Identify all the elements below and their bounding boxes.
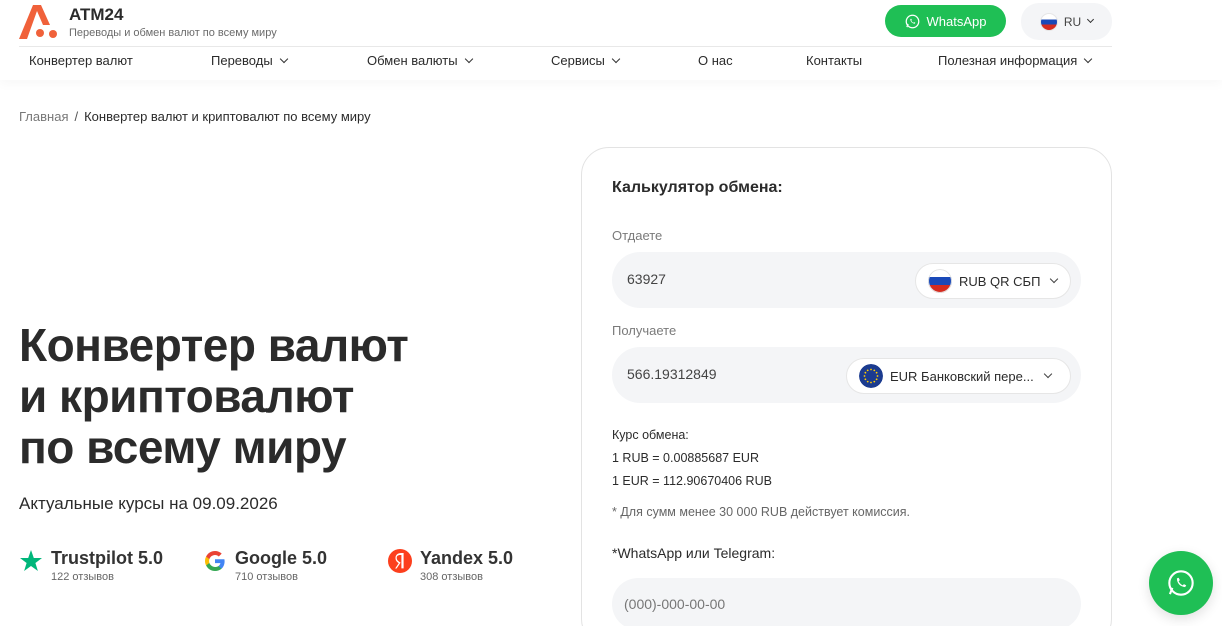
main-nav: Конвертер валют Переводы Обмен валюты Се… bbox=[0, 53, 1222, 71]
nav-item-label: Переводы bbox=[211, 53, 273, 68]
russia-flag-icon bbox=[928, 269, 952, 293]
brand-name: ATM24 bbox=[69, 5, 124, 24]
page-title: Конвертер валют и криптовалют по всему м… bbox=[19, 319, 409, 473]
logo-icon bbox=[19, 3, 59, 41]
review-count: 308 отзывов bbox=[420, 571, 483, 583]
rate-line: 1 EUR = 112.90670406 RUB bbox=[612, 474, 772, 488]
nav-item-contacts[interactable]: Контакты bbox=[806, 53, 862, 68]
give-currency-select[interactable]: RUB QR СБП bbox=[915, 263, 1071, 299]
review-google[interactable]: Google 5.0 710 отзывов bbox=[203, 547, 327, 585]
yandex-icon bbox=[388, 549, 412, 573]
review-count: 122 отзывов bbox=[51, 571, 114, 583]
breadcrumb-separator: / bbox=[74, 109, 79, 124]
chevron-down-icon bbox=[279, 54, 288, 63]
review-trustpilot[interactable]: Trustpilot 5.0 122 отзывов bbox=[19, 547, 163, 585]
chevron-down-icon bbox=[1050, 274, 1059, 284]
chevron-down-icon bbox=[1087, 15, 1095, 24]
site-header: ATM24 Переводы и обмен валют по всему ми… bbox=[0, 0, 1222, 80]
nav-item-exchange[interactable]: Обмен валюты bbox=[367, 53, 473, 68]
receive-label: Получаете bbox=[612, 323, 677, 338]
whatsapp-icon bbox=[905, 14, 919, 28]
review-name: Google 5.0 bbox=[235, 548, 328, 568]
whatsapp-button[interactable]: WhatsApp bbox=[885, 5, 1006, 37]
rates-date: Актуальные курсы на 09.09.2026 bbox=[19, 494, 278, 513]
nav-item-about[interactable]: О нас bbox=[698, 53, 733, 68]
nav-divider bbox=[19, 46, 1112, 47]
exchange-rate: Курс обмена: 1 RUB = 0.00885687 EUR 1 EU… bbox=[612, 424, 772, 493]
chevron-down-icon bbox=[611, 54, 621, 63]
language-label: RU bbox=[1063, 14, 1082, 29]
receive-currency-select[interactable]: EUR Банковский пере... bbox=[846, 358, 1071, 394]
brand-tagline: Переводы и обмен валют по всему миру bbox=[69, 27, 277, 39]
nav-item-useful-info[interactable]: Полезная информация bbox=[938, 53, 1093, 68]
chevron-down-icon bbox=[1084, 54, 1093, 63]
contact-label: *WhatsApp или Telegram: bbox=[612, 545, 776, 561]
nav-item-label: Полезная информация bbox=[938, 53, 1078, 68]
logo[interactable]: ATM24 Переводы и обмен валют по всему ми… bbox=[19, 3, 277, 41]
review-yandex[interactable]: Yandex 5.0 308 отзывов bbox=[388, 547, 513, 585]
nav-item-label: Контакты bbox=[806, 53, 863, 68]
chevron-down-icon bbox=[1043, 369, 1052, 379]
commission-note: * Для сумм менее 30 000 RUB действует ко… bbox=[612, 505, 911, 519]
nav-item-label: О нас bbox=[698, 53, 733, 68]
give-field[interactable]: 63927 RUB QR СБП bbox=[612, 252, 1081, 308]
russia-flag-icon bbox=[1039, 12, 1058, 31]
nav-item-converter[interactable]: Конвертер валют bbox=[29, 53, 133, 68]
page-title-line: Конвертер валют bbox=[19, 319, 409, 371]
exchange-calculator: Калькулятор обмена: Отдаете 63927 RUB QR… bbox=[581, 147, 1112, 626]
whatsapp-float-button[interactable] bbox=[1149, 551, 1213, 615]
google-icon bbox=[205, 551, 225, 571]
nav-item-label: Конвертер валют bbox=[29, 53, 133, 68]
language-selector[interactable]: RU bbox=[1021, 3, 1112, 40]
receive-field[interactable]: 566.19312849 EUR Банковский пере... bbox=[612, 347, 1081, 403]
review-name: Yandex 5.0 bbox=[420, 548, 514, 568]
give-currency-name: RUB QR СБП bbox=[959, 273, 1041, 289]
review-name: Trustpilot 5.0 bbox=[51, 548, 164, 568]
breadcrumb-current: Конвертер валют и криптовалют по всему м… bbox=[84, 109, 371, 124]
nav-item-transfers[interactable]: Переводы bbox=[211, 53, 288, 68]
receive-amount-input[interactable]: 566.19312849 bbox=[627, 366, 717, 382]
breadcrumb-home-link[interactable]: Главная bbox=[19, 109, 68, 124]
calculator-title: Калькулятор обмена: bbox=[612, 179, 783, 196]
whatsapp-label: WhatsApp bbox=[926, 13, 987, 29]
rate-title: Курс обмена: bbox=[612, 428, 689, 442]
give-label: Отдаете bbox=[612, 228, 663, 243]
rate-line: 1 RUB = 0.00885687 EUR bbox=[612, 451, 759, 465]
nav-item-label: Обмен валюты bbox=[367, 53, 458, 68]
nav-item-label: Сервисы bbox=[551, 53, 605, 68]
receive-currency-name: EUR Банковский пере... bbox=[890, 368, 1034, 384]
phone-input[interactable] bbox=[612, 578, 1081, 626]
give-amount-input[interactable]: 63927 bbox=[627, 271, 666, 287]
review-count: 710 отзывов bbox=[235, 571, 298, 583]
eu-flag-icon bbox=[859, 364, 883, 388]
whatsapp-icon bbox=[1168, 570, 1194, 596]
trustpilot-star-icon bbox=[20, 550, 42, 571]
page-title-line: и криптовалют bbox=[19, 370, 354, 422]
nav-item-services[interactable]: Сервисы bbox=[551, 53, 621, 68]
chevron-down-icon bbox=[464, 54, 473, 63]
breadcrumb: Главная / Конвертер валют и криптовалют по… bbox=[19, 109, 371, 124]
page-title-line: по всему миру bbox=[19, 421, 347, 473]
